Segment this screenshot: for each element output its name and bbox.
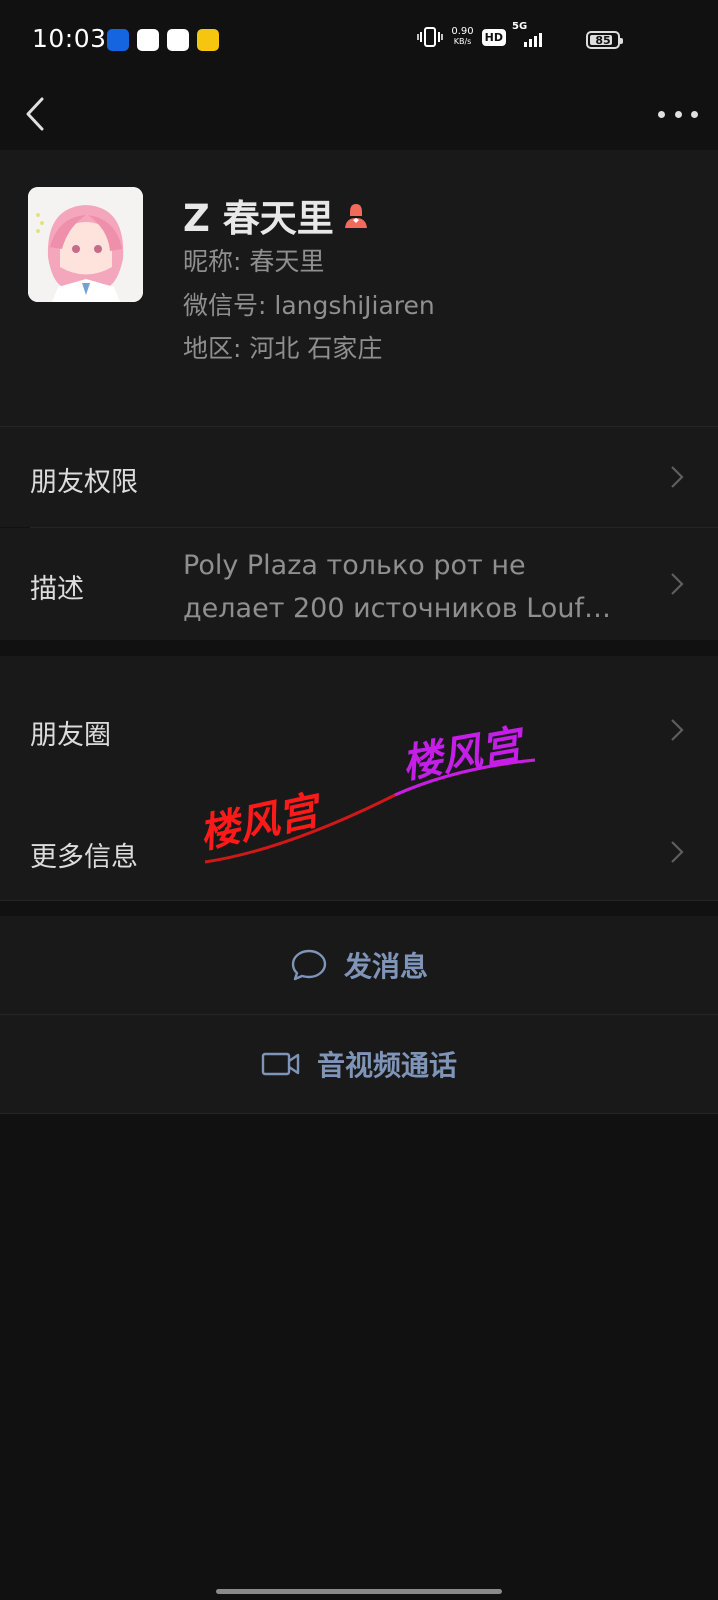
chevron-right-icon: [671, 719, 684, 741]
mail-notification-icon: [197, 29, 219, 51]
more-info-row[interactable]: 更多信息: [0, 778, 718, 900]
chevron-right-icon: [671, 573, 684, 595]
more-info-label: 更多信息: [30, 842, 138, 873]
home-indicator[interactable]: [216, 1589, 502, 1594]
description-label: 描述: [30, 574, 84, 605]
more-options-button[interactable]: [658, 102, 698, 126]
moments-row[interactable]: 朋友圈: [0, 656, 718, 778]
avatar[interactable]: [28, 187, 143, 302]
back-button[interactable]: [22, 94, 52, 134]
network-speed-value: 0.90: [451, 26, 474, 37]
app-notification-icon: [107, 29, 129, 51]
friend-permissions-label: 朋友权限: [30, 467, 138, 498]
description-row[interactable]: 描述 Poly Plaza только рот не делает 200 и…: [0, 528, 718, 640]
name-row: Z 春天里: [183, 188, 370, 242]
chevron-right-icon: [671, 841, 684, 863]
send-message-label: 发消息: [343, 950, 428, 983]
chat-app-notification-icon: [137, 29, 159, 51]
nickname-text: 昵称: 春天里: [183, 247, 325, 276]
wechat-id-text: 微信号: langshiJiaren: [183, 291, 435, 320]
profile-badge-icon: [344, 204, 367, 228]
network-type: 5G: [512, 21, 528, 32]
status-bar: 10:03 0.90 KB/s HD 5G 85: [0, 0, 718, 80]
friend-permissions-row[interactable]: 朋友权限: [0, 427, 718, 527]
contact-name: Z 春天里: [183, 197, 334, 240]
profile-card: Z 春天里 昵称: 春天里 微信号: langshiJiaren 地区: 河北 …: [0, 150, 718, 426]
battery-percent: 85: [595, 33, 611, 47]
chevron-right-icon: [671, 466, 684, 488]
section-gap: [0, 901, 718, 916]
top-bar: [0, 80, 718, 150]
alipay-notification-icon: [167, 29, 189, 51]
section-gap: [0, 640, 718, 656]
status-time: 10:03: [32, 24, 107, 53]
more-icon: [658, 110, 665, 118]
network-speed: 0.90 KB/s: [451, 27, 473, 47]
description-line-1: Poly Plaza только рот не: [183, 550, 526, 581]
video-call-button[interactable]: 音视频通话: [0, 1015, 718, 1113]
network-speed-unit: KB/s: [453, 37, 472, 46]
video-camera-icon: [261, 1052, 300, 1076]
send-message-button[interactable]: 发消息: [0, 916, 718, 1014]
moments-label: 朋友圈: [30, 720, 111, 751]
description-text: Poly Plaza только рот не делает 200 исто…: [183, 544, 653, 630]
hd-badge: HD: [481, 28, 506, 46]
region-text: 地区: 河北 石家庄: [183, 334, 383, 363]
battery-icon: 85: [586, 31, 623, 49]
chat-bubble-icon: [291, 949, 327, 981]
avatar-image: [28, 187, 143, 302]
system-icons: 0.90 KB/s HD 5G: [417, 21, 548, 48]
video-call-label: 音视频通话: [316, 1049, 457, 1082]
vibrate-icon: [417, 27, 444, 47]
description-line-2: делает 200 источников Louf…: [183, 593, 611, 624]
signal-icon: 5G: [512, 21, 548, 47]
notification-icons: [107, 29, 219, 51]
back-arrow-icon: [26, 97, 44, 131]
